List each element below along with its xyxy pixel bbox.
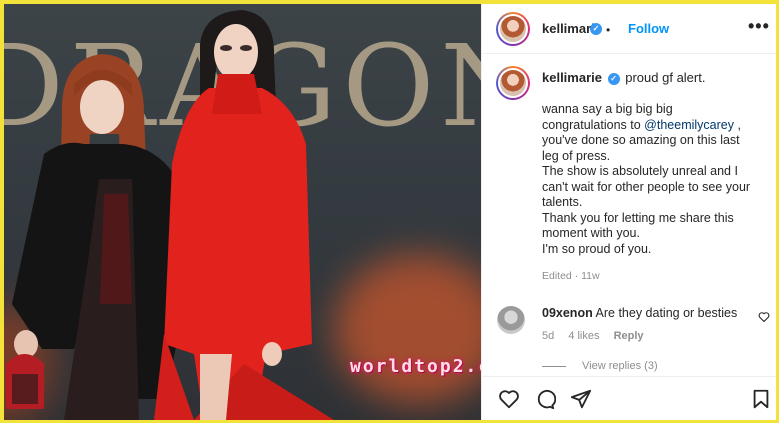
watermark-text: worldtop2.com	[350, 356, 481, 377]
action-bar	[482, 376, 776, 420]
comment-text: 09xenon Are they dating or besties	[542, 306, 737, 320]
commenter-username[interactable]: 09xenon	[542, 306, 593, 320]
comment-meta: 5d 4 likes Reply	[542, 330, 655, 342]
post-photo[interactable]: DRAGON	[4, 4, 481, 420]
caption-verified-icon: ✓	[607, 72, 620, 85]
share-plane-icon[interactable]	[570, 388, 592, 410]
caption-avatar[interactable]	[496, 66, 530, 100]
caption-text: wanna say a big big big congratulations …	[542, 102, 764, 257]
author-avatar[interactable]	[496, 12, 530, 46]
caption-first-line: proud gf alert.	[625, 70, 706, 85]
caption-header: kellimarie ✓ proud gf alert.	[542, 70, 705, 85]
follow-button[interactable]: Follow	[628, 21, 669, 36]
caption-meta: Edited · 11w	[542, 270, 600, 282]
verified-badge-icon: ✓	[590, 23, 602, 35]
save-bookmark-icon[interactable]	[750, 388, 772, 410]
caption-line: congratulations to @theemilycarey ,	[542, 118, 764, 134]
post-side-panel: kellimarie ✓ • Follow ••• kellimarie ✓ p…	[481, 4, 776, 420]
caption-username[interactable]: kellimarie	[542, 70, 602, 85]
caption-line: moment with you.	[542, 226, 640, 240]
header-separator: •	[606, 23, 611, 37]
more-options-icon[interactable]: •••	[748, 16, 770, 37]
caption-text-fragment: congratulations to	[542, 117, 641, 132]
caption-text-fragment: ,	[737, 117, 741, 132]
caption-line: can't wait for other people to see your	[542, 179, 751, 194]
mention-link[interactable]: @theemilycarey	[644, 118, 734, 132]
commenter-avatar[interactable]	[497, 306, 525, 334]
post-header: kellimarie ✓ • Follow •••	[482, 4, 776, 54]
caption-line: talents.	[542, 195, 583, 209]
view-replies-link[interactable]: View replies (3)	[542, 360, 658, 372]
like-heart-icon[interactable]	[498, 388, 520, 410]
comment-likes[interactable]: 4 likes	[568, 330, 599, 342]
caption-line: you've done so amazing on this last	[542, 133, 740, 147]
post-frame: DRAGON	[4, 4, 776, 420]
comment-like-heart-icon[interactable]	[758, 311, 770, 323]
caption-line: Thank you for letting me share this	[542, 210, 734, 225]
caption-line: leg of press.	[542, 148, 611, 163]
caption-line: I'm so proud of you.	[542, 241, 652, 256]
caption-line: The show is absolutely unreal and I	[542, 164, 738, 178]
caption-line: wanna say a big big big	[542, 102, 673, 116]
view-replies-label: View replies (3)	[582, 360, 658, 372]
comment-age: 5d	[542, 330, 555, 342]
comment-body: Are they dating or besties	[595, 306, 738, 320]
reply-button[interactable]: Reply	[614, 330, 644, 342]
comment-bubble-icon[interactable]	[534, 388, 556, 410]
replies-divider	[542, 365, 566, 367]
